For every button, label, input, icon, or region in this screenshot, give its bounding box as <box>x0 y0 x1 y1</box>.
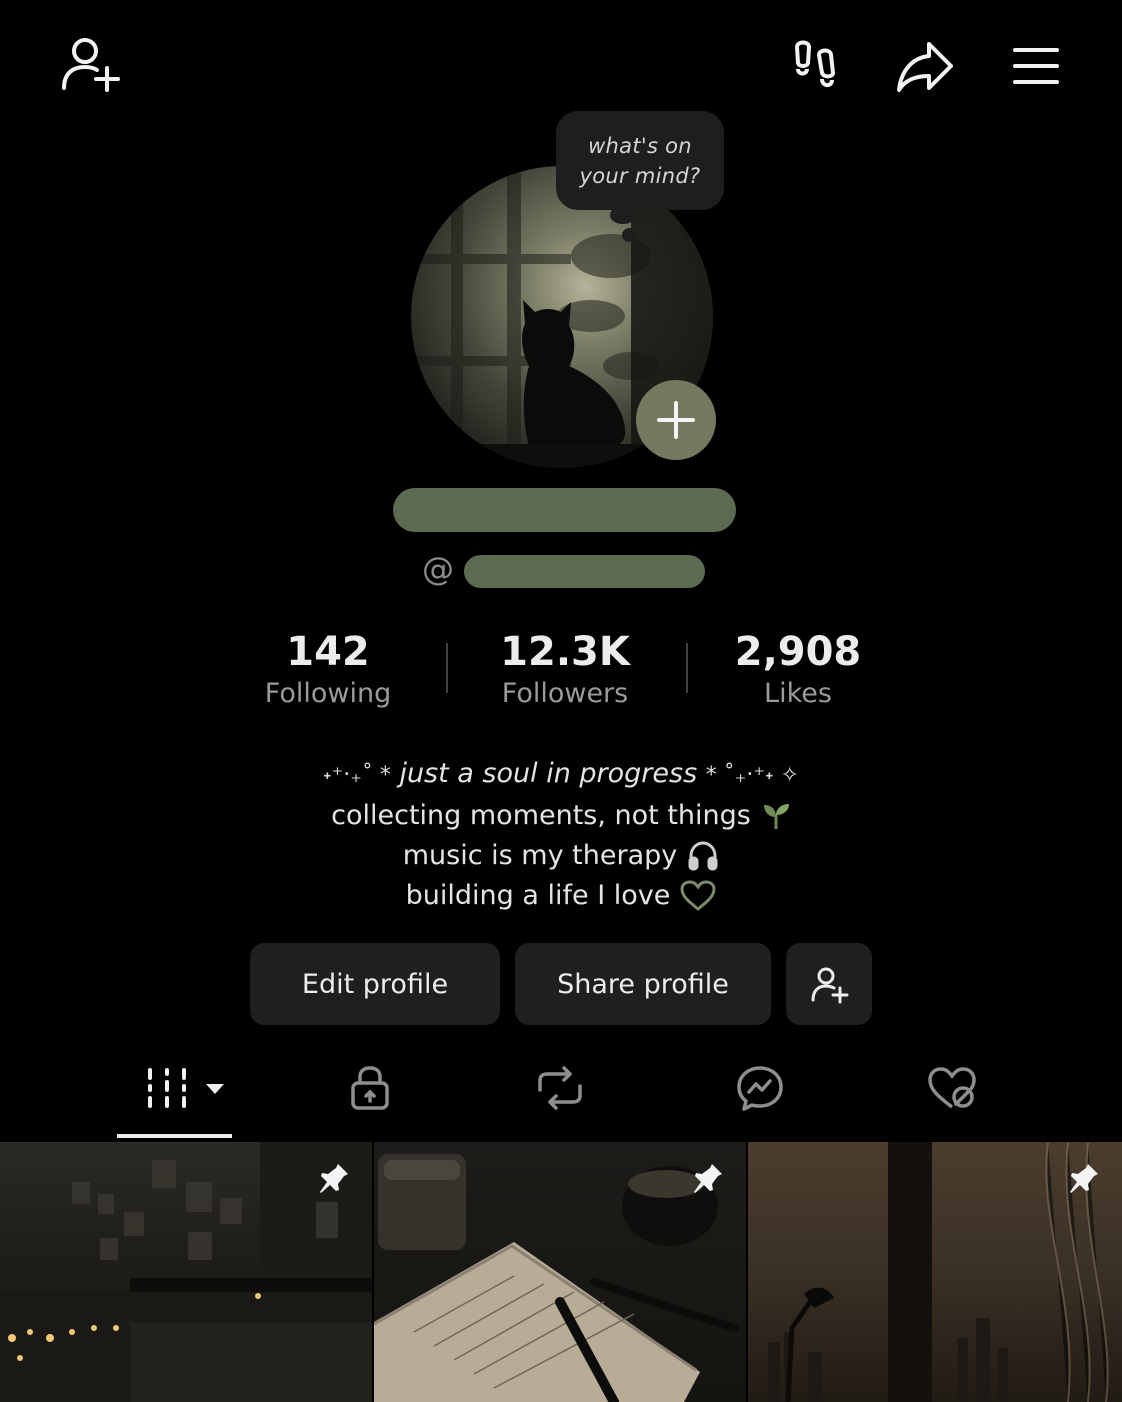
display-name-redacted <box>393 488 736 532</box>
footprints-button[interactable] <box>786 36 846 96</box>
stat-divider <box>446 643 448 693</box>
bio: ˖⁺‧₊˚ * just a soul in progress * ˚₊‧⁺˖ … <box>261 754 861 916</box>
handle-at-sign: @ <box>422 550 454 588</box>
stat-value: 12.3K <box>500 629 630 675</box>
bio-line: collecting moments, not things <box>261 796 861 836</box>
tab-videos[interactable] <box>117 1063 232 1113</box>
thought-bubble-dot <box>622 228 637 242</box>
tab-messages[interactable] <box>720 1063 800 1113</box>
post-image-window-lamp <box>768 1142 1109 1402</box>
plus-icon <box>657 401 695 439</box>
stat-value: 142 <box>286 629 370 675</box>
post-image-journal <box>374 1154 738 1402</box>
repost-icon <box>538 1066 582 1110</box>
bio-line: ˖⁺‧₊˚ * just a soul in progress * ˚₊‧⁺˖ … <box>261 754 861 796</box>
stat-followers[interactable]: 12.3K Followers <box>480 630 650 714</box>
bio-line: music is my therapy <box>261 836 861 876</box>
username-redacted <box>464 555 705 588</box>
share-icon <box>897 42 953 92</box>
add-story-button[interactable] <box>636 380 716 460</box>
thought-bubble-line: your mind? <box>579 163 701 188</box>
post-thumbnail[interactable] <box>748 1142 1122 1402</box>
tab-liked[interactable] <box>912 1063 992 1113</box>
add-friends-button[interactable] <box>786 943 872 1025</box>
thought-bubble-line: what's on <box>588 133 692 158</box>
post-image-bedroom <box>0 1142 372 1402</box>
stat-divider <box>686 643 688 693</box>
share-profile-button[interactable]: Share profile <box>515 943 771 1025</box>
post-thumbnail[interactable] <box>0 1142 372 1402</box>
footprints-icon <box>794 40 836 88</box>
pin-icon <box>692 1162 724 1194</box>
bio-line-text: music is my therapy <box>402 840 678 871</box>
menu-icon <box>1013 48 1059 84</box>
private-lock-icon <box>351 1066 389 1110</box>
stat-following[interactable]: 142 Following <box>248 630 408 714</box>
headphones-icon <box>688 841 718 871</box>
pin-icon <box>318 1162 350 1194</box>
stat-value: 2,908 <box>734 629 862 675</box>
bio-line-text: building a life I love <box>405 880 671 911</box>
share-button[interactable] <box>894 36 956 96</box>
active-tab-indicator <box>117 1134 232 1138</box>
bio-sparkles: * ˚₊‧⁺˖ ✧ <box>705 763 799 788</box>
menu-button[interactable] <box>1010 40 1062 92</box>
bio-line-text: collecting moments, not things <box>331 800 751 831</box>
stat-label: Following <box>264 678 392 709</box>
tab-private[interactable] <box>330 1063 410 1113</box>
add-friend-button[interactable] <box>56 30 122 96</box>
stat-likes[interactable]: 2,908 Likes <box>718 630 878 714</box>
bio-line-text: just a soul in progress <box>399 758 698 789</box>
stat-label: Likes <box>764 678 832 709</box>
bio-line: building a life I love <box>261 876 861 916</box>
liked-hidden-icon <box>928 1067 976 1109</box>
post-thumbnail[interactable] <box>374 1142 746 1402</box>
stat-label: Followers <box>501 678 629 709</box>
thought-bubble[interactable]: what's on your mind? <box>556 111 724 210</box>
messenger-icon <box>737 1066 783 1111</box>
add-friend-icon <box>62 38 120 92</box>
pin-icon <box>1068 1162 1100 1194</box>
edit-profile-button[interactable]: Edit profile <box>250 943 500 1025</box>
seedling-icon <box>763 804 789 829</box>
add-friend-icon <box>811 967 849 1004</box>
heart-outline-icon <box>680 880 716 911</box>
bio-sparkles: ˖⁺‧₊˚ * <box>323 763 391 788</box>
tab-reposts[interactable] <box>520 1063 600 1113</box>
videos-grid-icon <box>147 1068 224 1108</box>
